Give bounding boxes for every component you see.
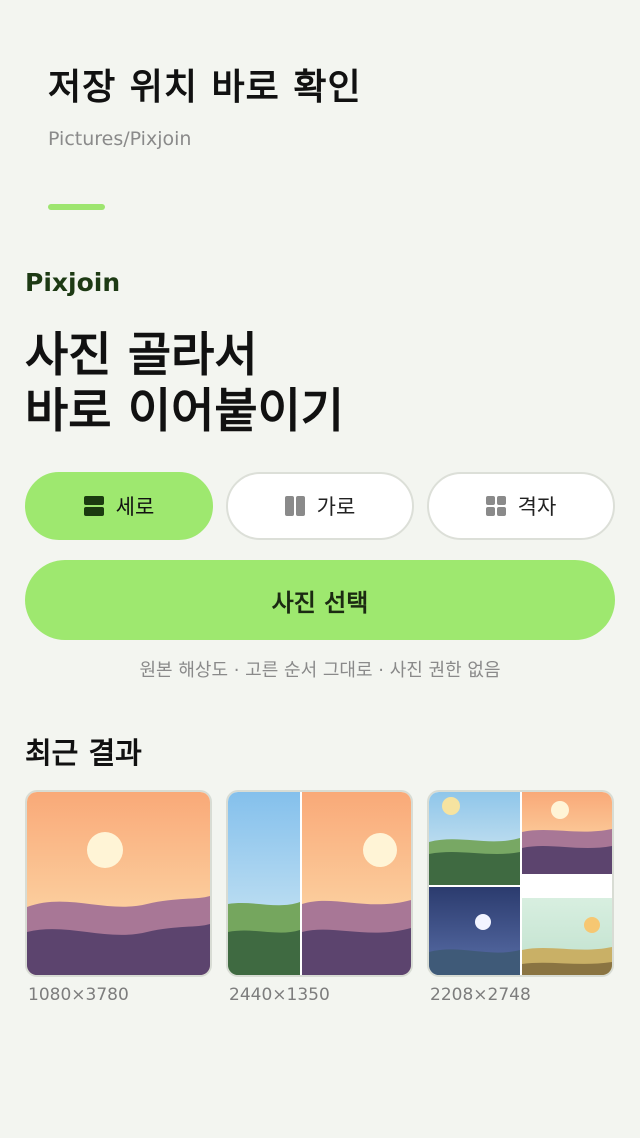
sunset-image xyxy=(27,792,210,975)
grid-collage-image xyxy=(429,792,612,975)
hero-line-1: 사진 골라서 xyxy=(25,328,258,383)
mode-horizontal-button[interactable]: 가로 xyxy=(226,472,414,540)
rows-icon xyxy=(83,496,104,516)
recent-results-title: 최근 결과 xyxy=(25,736,142,770)
columns-icon xyxy=(284,496,305,516)
hero-heading: 사진 골라서 바로 이어붙이기 xyxy=(25,328,344,440)
result-size: 1080×3780 xyxy=(28,985,129,1005)
grid-icon xyxy=(485,496,506,516)
mode-grid-button[interactable]: 격자 xyxy=(427,472,615,540)
save-location-path: Pictures/Pixjoin xyxy=(48,128,192,150)
accent-divider xyxy=(48,204,105,210)
mode-vertical-button[interactable]: 세로 xyxy=(25,472,213,540)
recent-result-item[interactable]: 2208×2748 xyxy=(427,790,614,1005)
result-thumbnail-vertical[interactable] xyxy=(25,790,212,977)
hero-line-2: 바로 이어붙이기 xyxy=(25,384,345,439)
result-size: 2208×2748 xyxy=(430,985,531,1005)
mode-label: 가로 xyxy=(316,495,356,519)
save-location-title: 저장 위치 바로 확인 xyxy=(48,67,362,108)
select-photos-caption: 원본 해상도 · 고른 순서 그대로 · 사진 권한 없음 xyxy=(139,660,501,681)
mode-label: 격자 xyxy=(517,495,557,519)
layout-mode-selector: 세로 가로 격자 xyxy=(25,472,615,540)
recent-result-item[interactable]: 2440×1350 xyxy=(226,790,413,1005)
header: 저장 위치 바로 확인 Pictures/Pixjoin xyxy=(48,58,362,150)
recent-results-list: 1080×3780 2440×1350 2208×2748 xyxy=(25,790,615,1005)
result-thumbnail-grid[interactable] xyxy=(427,790,614,977)
select-photos-button[interactable]: 사진 선택 xyxy=(25,560,615,640)
recent-result-item[interactable]: 1080×3780 xyxy=(25,790,212,1005)
result-thumbnail-horizontal[interactable] xyxy=(226,790,413,977)
mode-label: 세로 xyxy=(115,495,155,519)
landscape-pair-image xyxy=(228,792,411,975)
result-size: 2440×1350 xyxy=(229,985,330,1005)
app-name: Pixjoin xyxy=(25,268,121,297)
